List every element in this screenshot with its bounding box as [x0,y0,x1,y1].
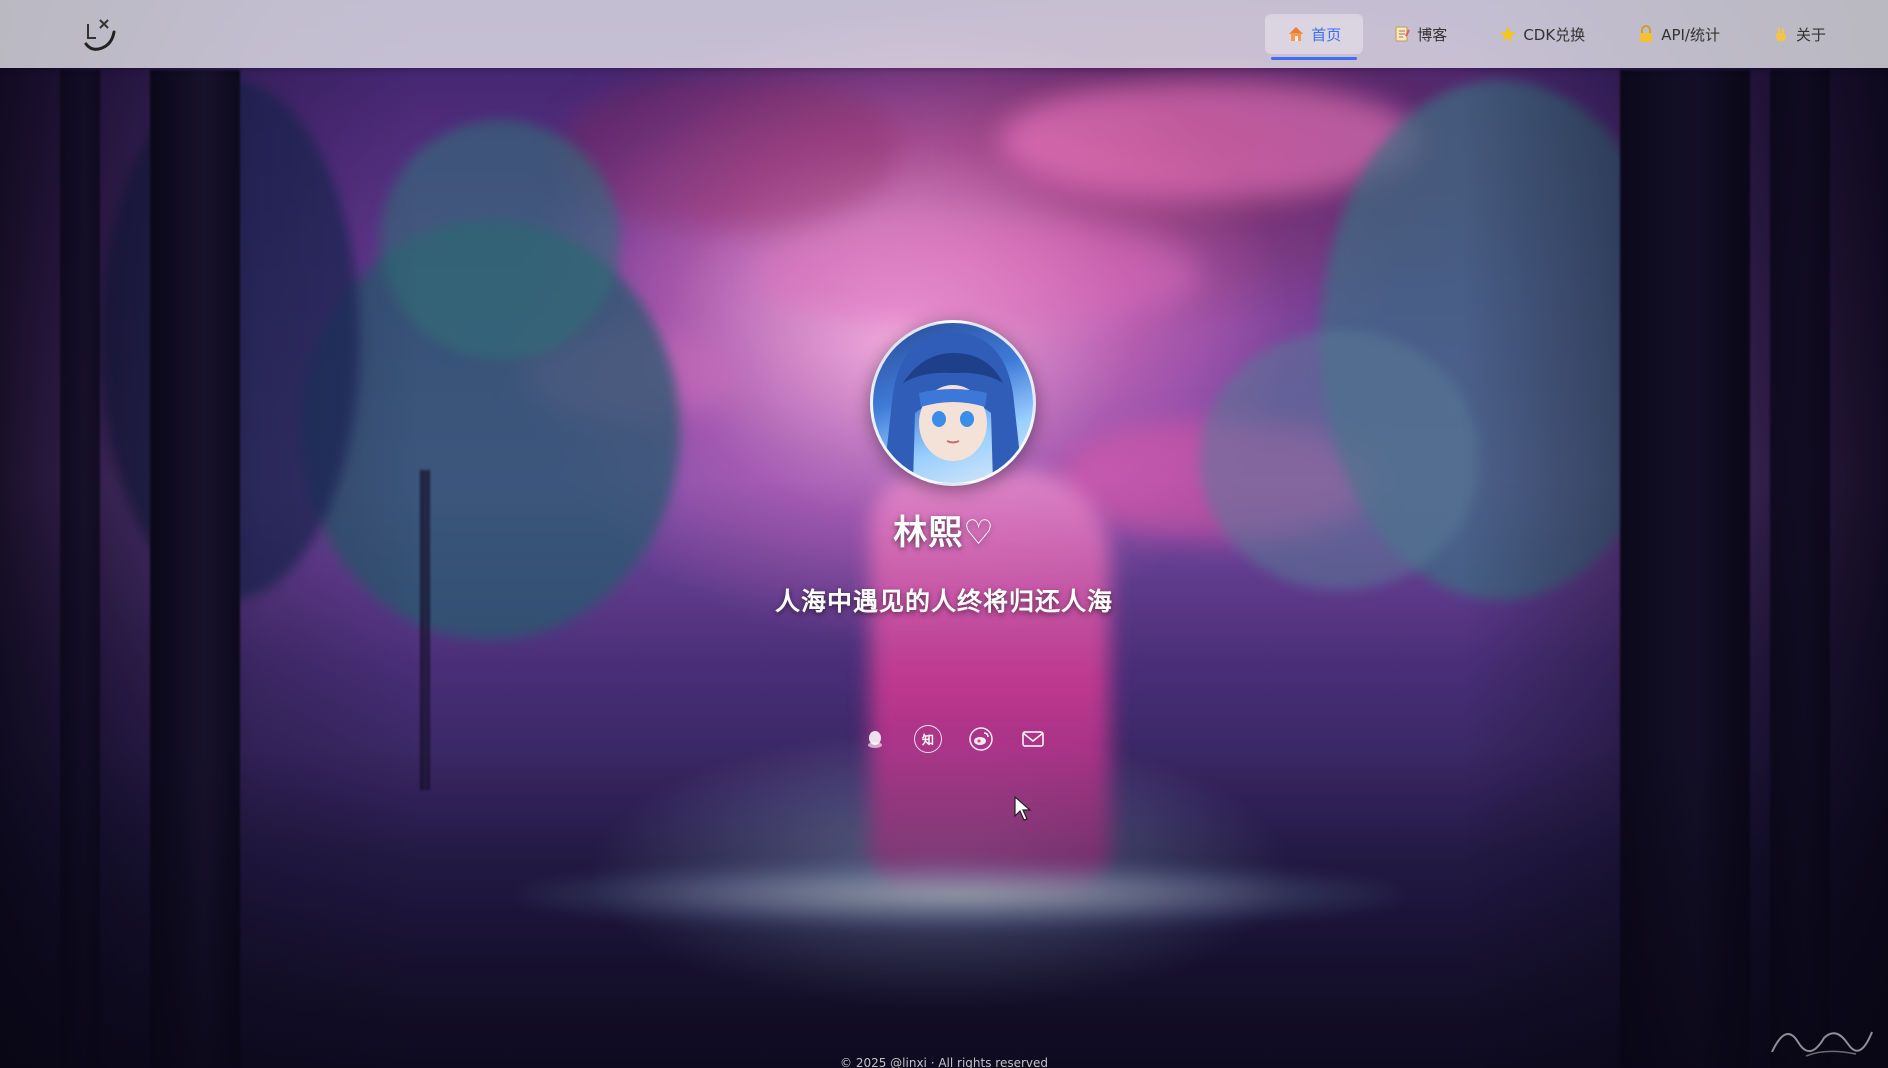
nav-item-label: 博客 [1417,25,1448,44]
nav-item-home[interactable]: 首页 [1265,14,1364,60]
blog-icon [1393,25,1411,43]
nav-item-label: CDK兑换 [1523,25,1586,44]
nav-item-cdk[interactable]: CDK兑换 [1477,14,1607,54]
nav-item-about[interactable]: 关于 [1750,14,1848,54]
home-icon [1287,25,1305,43]
lock-icon [1637,25,1655,43]
top-navbar: 首页 博客 CDK兑换 API/统计 关于 [0,0,1888,68]
zhihu-glyph: 知 [921,732,934,747]
page: 首页 博客 CDK兑换 API/统计 关于 林熙♡ 人海中遇见的人终将归还人海 … [0,0,1888,1068]
copyright-text: © 2025 @linxi · All rights reserved [840,1056,1048,1068]
mouse-cursor-icon [1014,795,1032,822]
signature-watermark [1766,1012,1876,1062]
weibo-icon[interactable] [968,726,994,752]
profile-name: 林熙♡ [893,513,995,553]
qq-icon[interactable] [862,726,888,752]
avatar[interactable] [870,320,1036,486]
nav-item-label: 首页 [1311,25,1342,44]
nav-item-label: 关于 [1795,25,1826,44]
zhihu-icon[interactable]: 知 [914,725,942,753]
profile-motto: 人海中遇见的人终将归还人海 [774,587,1113,616]
nav-item-api[interactable]: API/统计 [1615,14,1742,54]
nav-item-label: API/统计 [1661,25,1720,44]
social-links: 知 [862,725,1046,753]
nav-menu: 首页 博客 CDK兑换 API/统计 关于 [1265,0,1848,68]
star-icon [1499,25,1517,43]
site-logo[interactable] [78,14,122,54]
nav-item-blog[interactable]: 博客 [1371,14,1469,54]
hand-icon [1772,25,1790,43]
mail-icon[interactable] [1020,726,1046,752]
